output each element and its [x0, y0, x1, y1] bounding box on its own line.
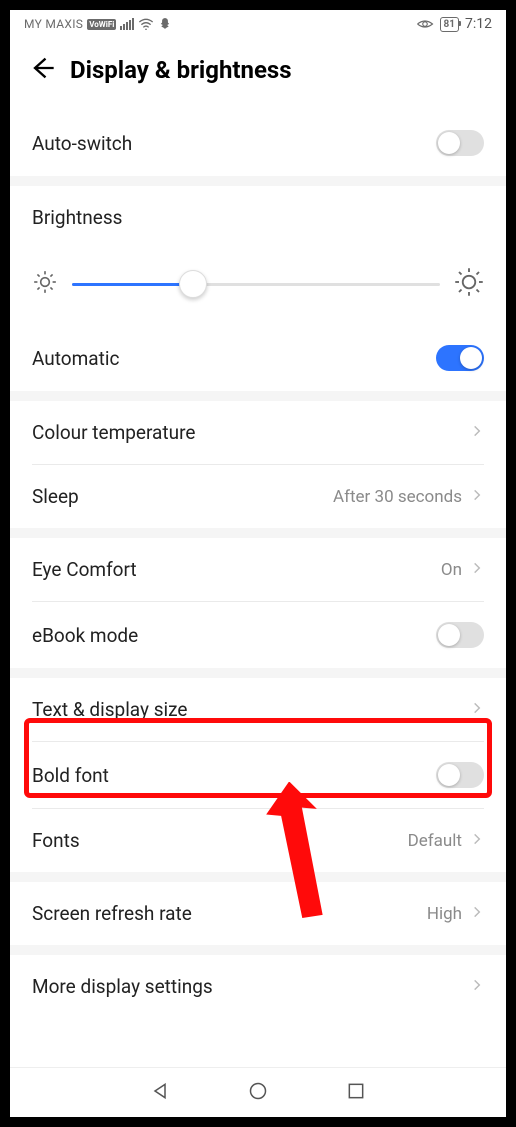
wifi-icon	[138, 18, 154, 30]
sun-high-icon	[454, 267, 484, 301]
row-value: On	[441, 560, 462, 580]
clock: 7:12	[465, 16, 492, 32]
row-ebook-mode[interactable]: eBook mode	[10, 602, 506, 668]
row-label: Brightness	[32, 206, 122, 229]
chevron-right-icon	[470, 560, 484, 579]
nav-recents-button[interactable]	[346, 1081, 366, 1105]
chevron-right-icon	[470, 487, 484, 506]
row-label: Bold font	[32, 764, 109, 787]
row-label: Eye Comfort	[32, 558, 137, 581]
row-label: Auto-switch	[32, 132, 132, 155]
signal-icon	[120, 18, 134, 30]
sun-low-icon	[32, 269, 58, 299]
row-sleep[interactable]: Sleep After 30 seconds	[10, 465, 506, 528]
toggle-auto-switch[interactable]	[436, 130, 484, 156]
row-value: High	[427, 904, 462, 924]
row-label: Sleep	[32, 485, 79, 508]
row-text-display-size[interactable]: Text & display size	[10, 678, 506, 741]
row-label: eBook mode	[32, 624, 138, 647]
chevron-right-icon	[470, 423, 484, 442]
chevron-right-icon	[470, 831, 484, 850]
chevron-right-icon	[470, 904, 484, 923]
row-bold-font[interactable]: Bold font	[10, 742, 506, 808]
battery-icon: 81	[440, 17, 459, 32]
toggle-bold-font[interactable]	[436, 762, 484, 788]
system-nav-bar	[10, 1067, 506, 1117]
status-bar: MY MAXIS VoWiFi 81 7:12	[10, 10, 506, 36]
row-fonts[interactable]: Fonts Default	[10, 809, 506, 872]
toggle-ebook-mode[interactable]	[436, 622, 484, 648]
chevron-right-icon	[470, 700, 484, 719]
snapchat-icon	[158, 17, 172, 31]
row-screen-refresh[interactable]: Screen refresh rate High	[10, 882, 506, 945]
row-auto-switch[interactable]: Auto-switch	[10, 110, 506, 176]
back-button[interactable]	[28, 54, 56, 86]
eye-icon	[416, 18, 434, 30]
slider-thumb[interactable]	[179, 270, 207, 298]
row-value: Default	[408, 831, 462, 851]
brightness-slider-row	[10, 239, 506, 325]
vowifi-badge: VoWiFi	[87, 19, 116, 30]
row-colour-temperature[interactable]: Colour temperature	[10, 401, 506, 464]
page-header: Display & brightness	[10, 36, 506, 110]
row-label: Automatic	[32, 347, 119, 370]
page-title: Display & brightness	[70, 56, 292, 84]
nav-back-button[interactable]	[150, 1081, 170, 1105]
toggle-automatic[interactable]	[436, 345, 484, 371]
row-label: Screen refresh rate	[32, 902, 192, 925]
carrier-label: MY MAXIS	[24, 17, 83, 31]
row-label: Fonts	[32, 829, 80, 852]
row-label: More display settings	[32, 975, 213, 998]
row-more-display[interactable]: More display settings	[10, 955, 506, 1018]
row-eye-comfort[interactable]: Eye Comfort On	[10, 538, 506, 601]
row-automatic[interactable]: Automatic	[10, 325, 506, 391]
nav-home-button[interactable]	[248, 1081, 268, 1105]
row-label: Colour temperature	[32, 421, 195, 444]
row-value: After 30 seconds	[333, 487, 462, 507]
chevron-right-icon	[470, 977, 484, 996]
brightness-section: Brightness	[10, 186, 506, 239]
brightness-slider[interactable]	[72, 283, 440, 286]
row-label: Text & display size	[32, 698, 188, 721]
